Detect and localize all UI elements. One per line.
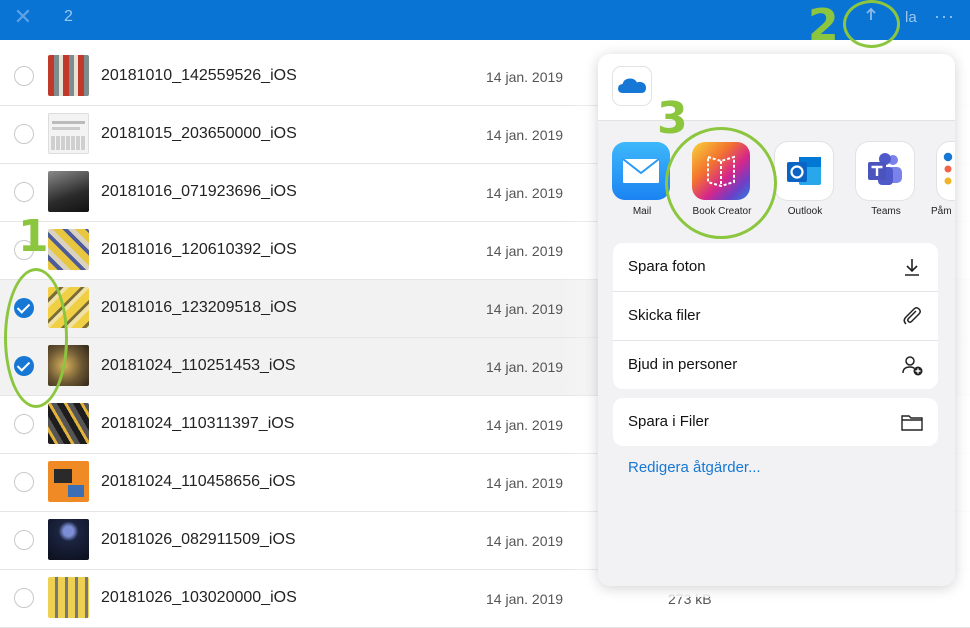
file-date: 14 jan. 2019 <box>486 417 564 433</box>
share-sheet: Mail Book Creator Outlook Teams Påm Spar… <box>598 54 955 586</box>
add-person-icon <box>900 353 924 377</box>
select-checkbox[interactable] <box>14 530 34 550</box>
select-checkbox[interactable] <box>14 472 34 492</box>
file-name: 20181016_123209518_iOS <box>101 299 297 316</box>
file-date: 14 jan. 2019 <box>486 127 564 143</box>
file-date: 14 jan. 2019 <box>486 243 564 259</box>
save-photos-action[interactable]: Spara foton <box>613 243 938 292</box>
file-thumbnail <box>48 113 89 154</box>
send-files-action[interactable]: Skicka filer <box>613 292 938 341</box>
file-date: 14 jan. 2019 <box>486 475 564 491</box>
action-label: Spara foton <box>628 258 706 275</box>
share-actions-group-2: Spara i Filer <box>613 398 938 446</box>
action-label: Bjud in personer <box>628 356 738 373</box>
close-icon[interactable]: ✕ <box>12 6 34 28</box>
mail-icon <box>612 142 670 200</box>
more-options-icon[interactable]: ··· <box>934 6 955 27</box>
file-thumbnail <box>48 55 89 96</box>
share-app-teams[interactable]: Teams <box>856 142 916 217</box>
file-date: 14 jan. 2019 <box>486 301 564 317</box>
select-checkbox[interactable] <box>14 124 34 144</box>
top-bar-label[interactable]: la <box>905 9 917 26</box>
file-name: 20181024_110251453_iOS <box>101 357 296 374</box>
share-actions-group: Spara foton Skicka filer Bjud in persone… <box>613 243 938 389</box>
file-name: 20181016_120610392_iOS <box>101 241 297 258</box>
file-date: 14 jan. 2019 <box>486 185 564 201</box>
file-name: 20181010_142559526_iOS <box>101 67 297 84</box>
file-thumbnail <box>48 229 89 270</box>
file-name: 20181026_103020000_iOS <box>101 589 297 606</box>
select-checkbox[interactable] <box>14 414 34 434</box>
file-name: 20181024_110311397_iOS <box>101 415 295 432</box>
select-checkbox[interactable] <box>14 182 34 202</box>
step-2-highlight-ring <box>843 0 900 48</box>
save-to-files-action[interactable]: Spara i Filer <box>613 398 938 446</box>
edit-actions-link[interactable]: Redigera åtgärder... <box>628 459 761 476</box>
file-date: 14 jan. 2019 <box>486 591 564 607</box>
app-label: Outlook <box>787 206 823 217</box>
reminders-icon <box>937 142 955 200</box>
step-2-marker: 2 <box>808 0 839 51</box>
folder-icon <box>900 410 924 434</box>
step-1-marker: 1 <box>18 211 49 262</box>
select-checkbox[interactable] <box>14 66 34 86</box>
file-thumbnail <box>48 403 89 444</box>
file-thumbnail <box>48 577 89 618</box>
share-app-reminders[interactable]: Påm <box>931 142 955 217</box>
teams-icon <box>856 142 914 200</box>
file-name: 20181026_082911509_iOS <box>101 531 296 548</box>
file-date: 14 jan. 2019 <box>486 69 564 85</box>
file-date: 14 jan. 2019 <box>486 359 564 375</box>
step-3-highlight-ring <box>665 127 777 239</box>
file-thumbnail <box>48 171 89 212</box>
file-date: 14 jan. 2019 <box>486 533 564 549</box>
file-thumbnail <box>48 461 89 502</box>
onedrive-icon <box>613 67 651 105</box>
step-1-highlight-ring <box>4 268 68 408</box>
file-name: 20181015_203650000_iOS <box>101 125 297 142</box>
app-label: Påm <box>931 206 952 217</box>
step-3-marker: 3 <box>657 93 688 144</box>
selected-count: 2 <box>64 8 73 25</box>
file-name: 20181024_110458656_iOS <box>101 473 296 490</box>
download-icon <box>900 255 924 279</box>
share-app-outlook[interactable]: Outlook <box>775 142 835 217</box>
invite-people-action[interactable]: Bjud in personer <box>613 341 938 389</box>
app-label: Teams <box>871 206 901 217</box>
action-label: Spara i Filer <box>628 413 709 430</box>
outlook-icon <box>775 142 833 200</box>
paperclip-icon <box>900 304 924 328</box>
file-name: 20181016_071923696_iOS <box>101 183 297 200</box>
select-checkbox[interactable] <box>14 588 34 608</box>
share-app-mail[interactable]: Mail <box>612 142 672 217</box>
file-thumbnail <box>48 519 89 560</box>
share-sheet-header <box>598 54 955 121</box>
action-label: Skicka filer <box>628 307 701 324</box>
